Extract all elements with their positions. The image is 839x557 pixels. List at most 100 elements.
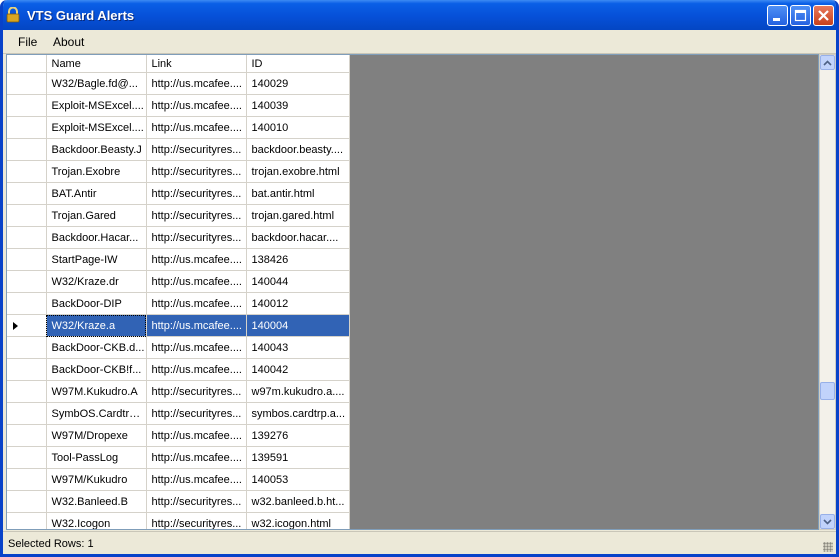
resize-grip-icon[interactable] (823, 542, 833, 552)
cell-id[interactable]: 140044 (246, 270, 350, 293)
row-header[interactable] (7, 72, 47, 95)
cell-link[interactable]: http://securityres... (146, 402, 247, 425)
cell-name[interactable]: Exploit-MSExcel.... (46, 94, 147, 117)
cell-link[interactable]: http://us.mcafee.... (146, 72, 247, 95)
cell-id[interactable]: w97m.kukudro.a.... (246, 380, 350, 403)
cell-id[interactable]: 138426 (246, 248, 350, 271)
row-header[interactable] (7, 468, 47, 491)
row-header[interactable] (7, 270, 47, 293)
cell-id[interactable]: backdoor.hacar.... (246, 226, 350, 249)
cell-name[interactable]: W32/Kraze.a (46, 314, 147, 337)
cell-name[interactable]: Tool-PassLog (46, 446, 147, 469)
menu-about[interactable]: About (53, 35, 84, 49)
menu-file[interactable]: File (18, 35, 37, 49)
row-header[interactable] (7, 446, 47, 469)
row-header[interactable] (7, 314, 47, 337)
cell-link[interactable]: http://us.mcafee.... (146, 446, 247, 469)
table-row[interactable]: StartPage-IW http://us.mcafee.... 138426 (7, 248, 350, 271)
scroll-up-button[interactable] (820, 55, 835, 70)
row-header[interactable] (7, 358, 47, 381)
cell-name[interactable]: W32.Banleed.B (46, 490, 147, 513)
cell-link[interactable]: http://securityres... (146, 160, 247, 183)
cell-link[interactable]: http://us.mcafee.... (146, 336, 247, 359)
cell-name[interactable]: SymbOS.Cardtrp.... (46, 402, 147, 425)
cell-link[interactable]: http://us.mcafee.... (146, 94, 247, 117)
cell-link[interactable]: http://securityres... (146, 490, 247, 513)
cell-link[interactable]: http://us.mcafee.... (146, 314, 247, 337)
table-row[interactable]: W32/Bagle.fd@... http://us.mcafee.... 1400… (7, 72, 350, 95)
table-row[interactable]: BAT.Antir http://securityres... bat.antir.… (7, 182, 350, 205)
table-row[interactable]: W97M/Dropexe http://us.mcafee.... 139276 (7, 424, 350, 447)
cell-id[interactable]: 140043 (246, 336, 350, 359)
cell-id[interactable]: 140039 (246, 94, 350, 117)
row-header[interactable] (7, 94, 47, 117)
table-row[interactable]: BackDoor-CKB!f... http://us.mcafee.... 140… (7, 358, 350, 381)
table-row[interactable]: Backdoor.Beasty.J http://securityres... ba… (7, 138, 350, 161)
cell-name[interactable]: StartPage-IW (46, 248, 147, 271)
cell-id[interactable]: bat.antir.html (246, 182, 350, 205)
cell-link[interactable]: http://us.mcafee.... (146, 424, 247, 447)
cell-link[interactable]: http://securityres... (146, 226, 247, 249)
cell-id[interactable]: 140042 (246, 358, 350, 381)
cell-name[interactable]: W97M/Kukudro (46, 468, 147, 491)
cell-link[interactable]: http://us.mcafee.... (146, 468, 247, 491)
cell-id[interactable]: trojan.gared.html (246, 204, 350, 227)
cell-name[interactable]: BackDoor-CKB!f... (46, 358, 147, 381)
cell-id[interactable]: trojan.exobre.html (246, 160, 350, 183)
minimize-button[interactable] (767, 5, 788, 26)
cell-name[interactable]: BackDoor-CKB.d... (46, 336, 147, 359)
cell-link[interactable]: http://us.mcafee.... (146, 292, 247, 315)
cell-id[interactable]: symbos.cardtrp.a... (246, 402, 350, 425)
table-row[interactable]: Tool-PassLog http://us.mcafee.... 139591 (7, 446, 350, 469)
cell-id[interactable]: 139591 (246, 446, 350, 469)
table-row[interactable]: Backdoor.Hacar... http://securityres... ba… (7, 226, 350, 249)
cell-link[interactable]: http://securityres... (146, 380, 247, 403)
table-row[interactable]: W32.Icogon http://securityres... w32.icogo… (7, 512, 350, 529)
table-row[interactable]: W97M.Kukudro.A http://securityres... w97m.… (7, 380, 350, 403)
table-row[interactable]: Exploit-MSExcel.... http://us.mcafee.... 1… (7, 116, 350, 139)
cell-name[interactable]: W32/Kraze.dr (46, 270, 147, 293)
table-row[interactable]: Trojan.Exobre http://securityres... trojan… (7, 160, 350, 183)
cell-name[interactable]: BAT.Antir (46, 182, 147, 205)
cell-link[interactable]: http://us.mcafee.... (146, 248, 247, 271)
row-header[interactable] (7, 160, 47, 183)
scroll-thumb[interactable] (820, 382, 835, 400)
table-row[interactable]: SymbOS.Cardtrp.... http://securityres... s… (7, 402, 350, 425)
cell-id[interactable]: 140010 (246, 116, 350, 139)
column-header-id[interactable]: ID (246, 55, 350, 73)
table-row[interactable]: W32/Kraze.a http://us.mcafee.... 140004 (7, 314, 350, 337)
close-button[interactable] (813, 5, 834, 26)
cell-id[interactable]: 140053 (246, 468, 350, 491)
title-bar[interactable]: VTS Guard Alerts (3, 0, 836, 30)
column-header-name[interactable]: Name (46, 55, 147, 73)
row-header[interactable] (7, 182, 47, 205)
cell-link[interactable]: http://securityres... (146, 204, 247, 227)
cell-id[interactable]: w32.icogon.html (246, 512, 350, 529)
row-header[interactable] (7, 292, 47, 315)
table-row[interactable]: W32/Kraze.dr http://us.mcafee.... 140044 (7, 270, 350, 293)
row-header-corner[interactable] (7, 55, 47, 73)
cell-id[interactable]: 139276 (246, 424, 350, 447)
row-header[interactable] (7, 512, 47, 529)
row-header[interactable] (7, 336, 47, 359)
table-row[interactable]: Trojan.Gared http://securityres... trojan.… (7, 204, 350, 227)
column-header-link[interactable]: Link (146, 55, 247, 73)
table-row[interactable]: BackDoor-CKB.d... http://us.mcafee.... 140… (7, 336, 350, 359)
row-header[interactable] (7, 138, 47, 161)
cell-id[interactable]: 140004 (246, 314, 350, 337)
cell-name[interactable]: W97M/Dropexe (46, 424, 147, 447)
cell-id[interactable]: w32.banleed.b.ht... (246, 490, 350, 513)
table-row[interactable]: W97M/Kukudro http://us.mcafee.... 140053 (7, 468, 350, 491)
cell-id[interactable]: backdoor.beasty.... (246, 138, 350, 161)
cell-link[interactable]: http://securityres... (146, 138, 247, 161)
alerts-grid[interactable]: Name Link ID W32/Bagle.fd@... http://us.m… (6, 54, 819, 530)
row-header[interactable] (7, 116, 47, 139)
row-header[interactable] (7, 424, 47, 447)
row-header[interactable] (7, 402, 47, 425)
row-header[interactable] (7, 248, 47, 271)
cell-name[interactable]: W97M.Kukudro.A (46, 380, 147, 403)
scroll-down-button[interactable] (820, 514, 835, 529)
cell-id[interactable]: 140012 (246, 292, 350, 315)
maximize-button[interactable] (790, 5, 811, 26)
cell-name[interactable]: W32.Icogon (46, 512, 147, 529)
